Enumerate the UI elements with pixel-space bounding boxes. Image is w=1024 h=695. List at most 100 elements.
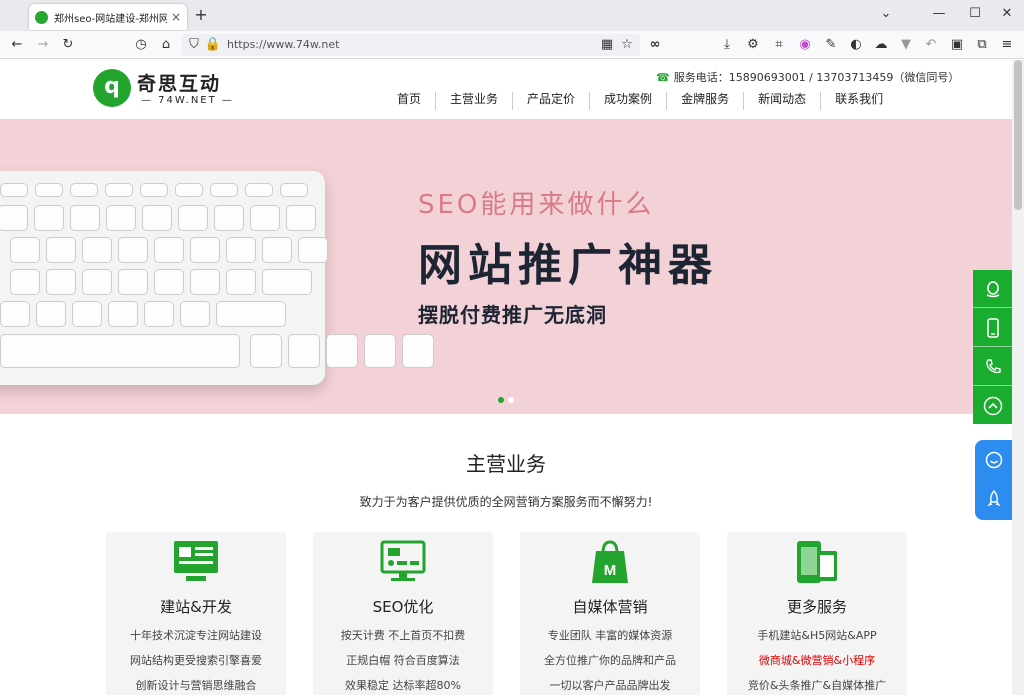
keyboard-key (245, 183, 273, 197)
nav-item-pricing[interactable]: 产品定价 (513, 92, 591, 110)
keyboard-key (72, 301, 102, 327)
site-logo[interactable]: q 奇思互动 — 74W.NET — (93, 69, 233, 113)
chat-button[interactable] (975, 440, 1012, 480)
browser-navbar: ← → ↻ ◷ ⌂ ⛉ 🔒 https://www.74w.net ▦ ☆ ∞ … (0, 31, 1024, 59)
service-card-more[interactable]: 更多服务 手机建站&H5网站&APP 微商城&微营销&小程序 竞价&头条推广&自… (727, 532, 907, 695)
cloud-extension-icon[interactable]: ☁ (872, 36, 890, 54)
seo-monitor-icon (380, 540, 426, 581)
undo-icon[interactable]: ↶ (922, 36, 940, 54)
new-tab-button[interactable]: + (193, 5, 209, 24)
logo-mark-icon: q (93, 69, 131, 107)
menu-hamburger-icon[interactable]: ≡ (998, 36, 1016, 54)
minimize-window-button[interactable]: — (930, 6, 948, 21)
keyboard-key (118, 269, 148, 295)
keyboard-key (180, 301, 210, 327)
rocket-button[interactable] (975, 480, 1012, 520)
hero-banner[interactable]: SEO能用来做什么 网站推广神器 摆脱付费推广无底洞 (0, 119, 1012, 414)
qq-button[interactable] (973, 270, 1012, 308)
card-title: 自媒体营销 (572, 598, 648, 616)
rocket-icon (987, 490, 1000, 507)
lock-icon[interactable]: 🔒 (204, 36, 222, 54)
keyboard-key (250, 334, 282, 368)
banner-headline-large: 网站推广神器 (418, 240, 718, 291)
browser-tab-active[interactable]: 郑州seo-网站建设-郑州网站优化 × (29, 4, 187, 30)
card-line: 网站结构更受搜索引擎喜爱 (130, 654, 262, 667)
keyboard-key (0, 301, 30, 327)
service-card-seo[interactable]: SEO优化 按天计费 不上首页不扣费 正规白帽 符合百度算法 效果稳定 达标率超… (313, 532, 493, 695)
nav-item-cases[interactable]: 成功案例 (590, 92, 668, 110)
extensions-puzzle-icon[interactable]: ⧉ (973, 36, 991, 54)
back-to-top-button[interactable] (973, 387, 1012, 425)
banner-pagination (498, 397, 518, 403)
download-icon[interactable]: ⤓ (718, 36, 736, 54)
call-button[interactable] (973, 348, 1012, 386)
crop-icon[interactable]: ⌗ (770, 36, 788, 54)
card-line: 十年技术沉淀专注网站建设 (130, 629, 262, 642)
card-line: 创新设计与营销思维融合 (135, 679, 257, 692)
keyboard-key (144, 301, 174, 327)
tab-close-icon[interactable]: × (171, 10, 181, 24)
color-wheel-icon[interactable]: ◉ (796, 36, 814, 54)
home-icon[interactable]: ⌂ (157, 36, 175, 54)
card-title: SEO优化 (372, 598, 434, 616)
nav-item-service[interactable]: 金牌服务 (667, 92, 745, 110)
back-arrow-icon[interactable]: ← (8, 36, 26, 54)
nav-item-contact[interactable]: 联系我们 (821, 92, 897, 110)
keyboard-key (190, 237, 220, 263)
maximize-window-button[interactable]: ☐ (966, 6, 984, 21)
keyboard-key (262, 237, 292, 263)
shield-icon[interactable]: ⛉ (185, 36, 203, 54)
keyboard-key (0, 183, 28, 197)
nav-item-home[interactable]: 首页 (383, 92, 437, 110)
section-subtitle: 致力于为客户提供优质的全网营销方案服务而不懈努力! (359, 495, 653, 509)
floating-assistant-bar (975, 440, 1012, 520)
keyboard-key (262, 269, 312, 295)
chevron-up-circle-icon (983, 396, 1002, 416)
url-text: https://www.74w.net (227, 38, 340, 51)
keyboard-key (118, 237, 148, 263)
eyedropper-icon[interactable]: ✎ (822, 36, 840, 54)
keyboard-key (10, 269, 40, 295)
mobile-button[interactable] (973, 309, 1012, 347)
keyboard-key (364, 334, 396, 368)
card-line: 效果稳定 达标率超80% (345, 679, 461, 692)
page-scrollbar[interactable] (1012, 60, 1024, 695)
qq-penguin-icon (986, 281, 999, 298)
filter-icon[interactable]: ▼ (897, 36, 915, 54)
service-card-media[interactable]: M 自媒体营销 专业团队 丰富的媒体资源 全方位推广你的品牌和产品 一切以客户产… (520, 532, 700, 695)
extension-gear-icon[interactable]: ⚙ (744, 36, 762, 54)
keyboard-spacebar (0, 334, 240, 368)
telephone-icon: ☎ (656, 71, 670, 84)
close-window-button[interactable]: ✕ (998, 6, 1016, 21)
keyboard-key (105, 183, 133, 197)
banner-dot[interactable] (508, 397, 514, 403)
browser-tabbar: 郑州seo-网站建设-郑州网站优化 × + ⌄ — ☐ ✕ (0, 0, 1024, 31)
svg-text:M: M (604, 562, 617, 579)
floating-contact-bar (973, 270, 1012, 424)
keyboard-key (82, 237, 112, 263)
service-card-web[interactable]: 建站&开发 十年技术沉淀专注网站建设 网站结构更受搜索引擎喜爱 创新设计与营销思… (106, 532, 286, 695)
infinity-extension-icon[interactable]: ∞ (646, 36, 664, 54)
nav-item-news[interactable]: 新闻动态 (744, 92, 822, 110)
history-icon[interactable]: ◷ (132, 36, 150, 54)
web-page: q 奇思互动 — 74W.NET — ☎ 服务电话：15890693001 / 1… (0, 60, 1012, 695)
circle-extension-icon[interactable]: ◐ (847, 36, 865, 54)
keyboard-key (46, 269, 76, 295)
bookmark-star-icon[interactable]: ☆ (618, 36, 636, 54)
forward-arrow-icon[interactable]: → (34, 36, 52, 54)
qr-code-icon[interactable]: ▦ (598, 36, 616, 54)
scrollbar-thumb[interactable] (1014, 60, 1022, 210)
keyboard-key (70, 205, 100, 231)
container-icon[interactable]: ▣ (948, 36, 966, 54)
reload-icon[interactable]: ↻ (59, 36, 77, 54)
service-hotline: ☎ 服务电话：15890693001 / 13703713459（微信同号） (656, 69, 959, 85)
keyboard-key (216, 301, 286, 327)
hotline-text: 服务电话：15890693001 / 13703713459（微信同号） (673, 71, 960, 84)
banner-dot-active[interactable] (498, 397, 504, 403)
keyboard-key (226, 269, 256, 295)
address-bar[interactable]: ⛉ 🔒 https://www.74w.net ▦ ☆ (182, 34, 640, 56)
list-tabs-icon[interactable]: ⌄ (877, 6, 895, 21)
nav-item-business[interactable]: 主营业务 (436, 92, 514, 110)
card-title: 更多服务 (786, 598, 847, 616)
keyboard-key (190, 269, 220, 295)
